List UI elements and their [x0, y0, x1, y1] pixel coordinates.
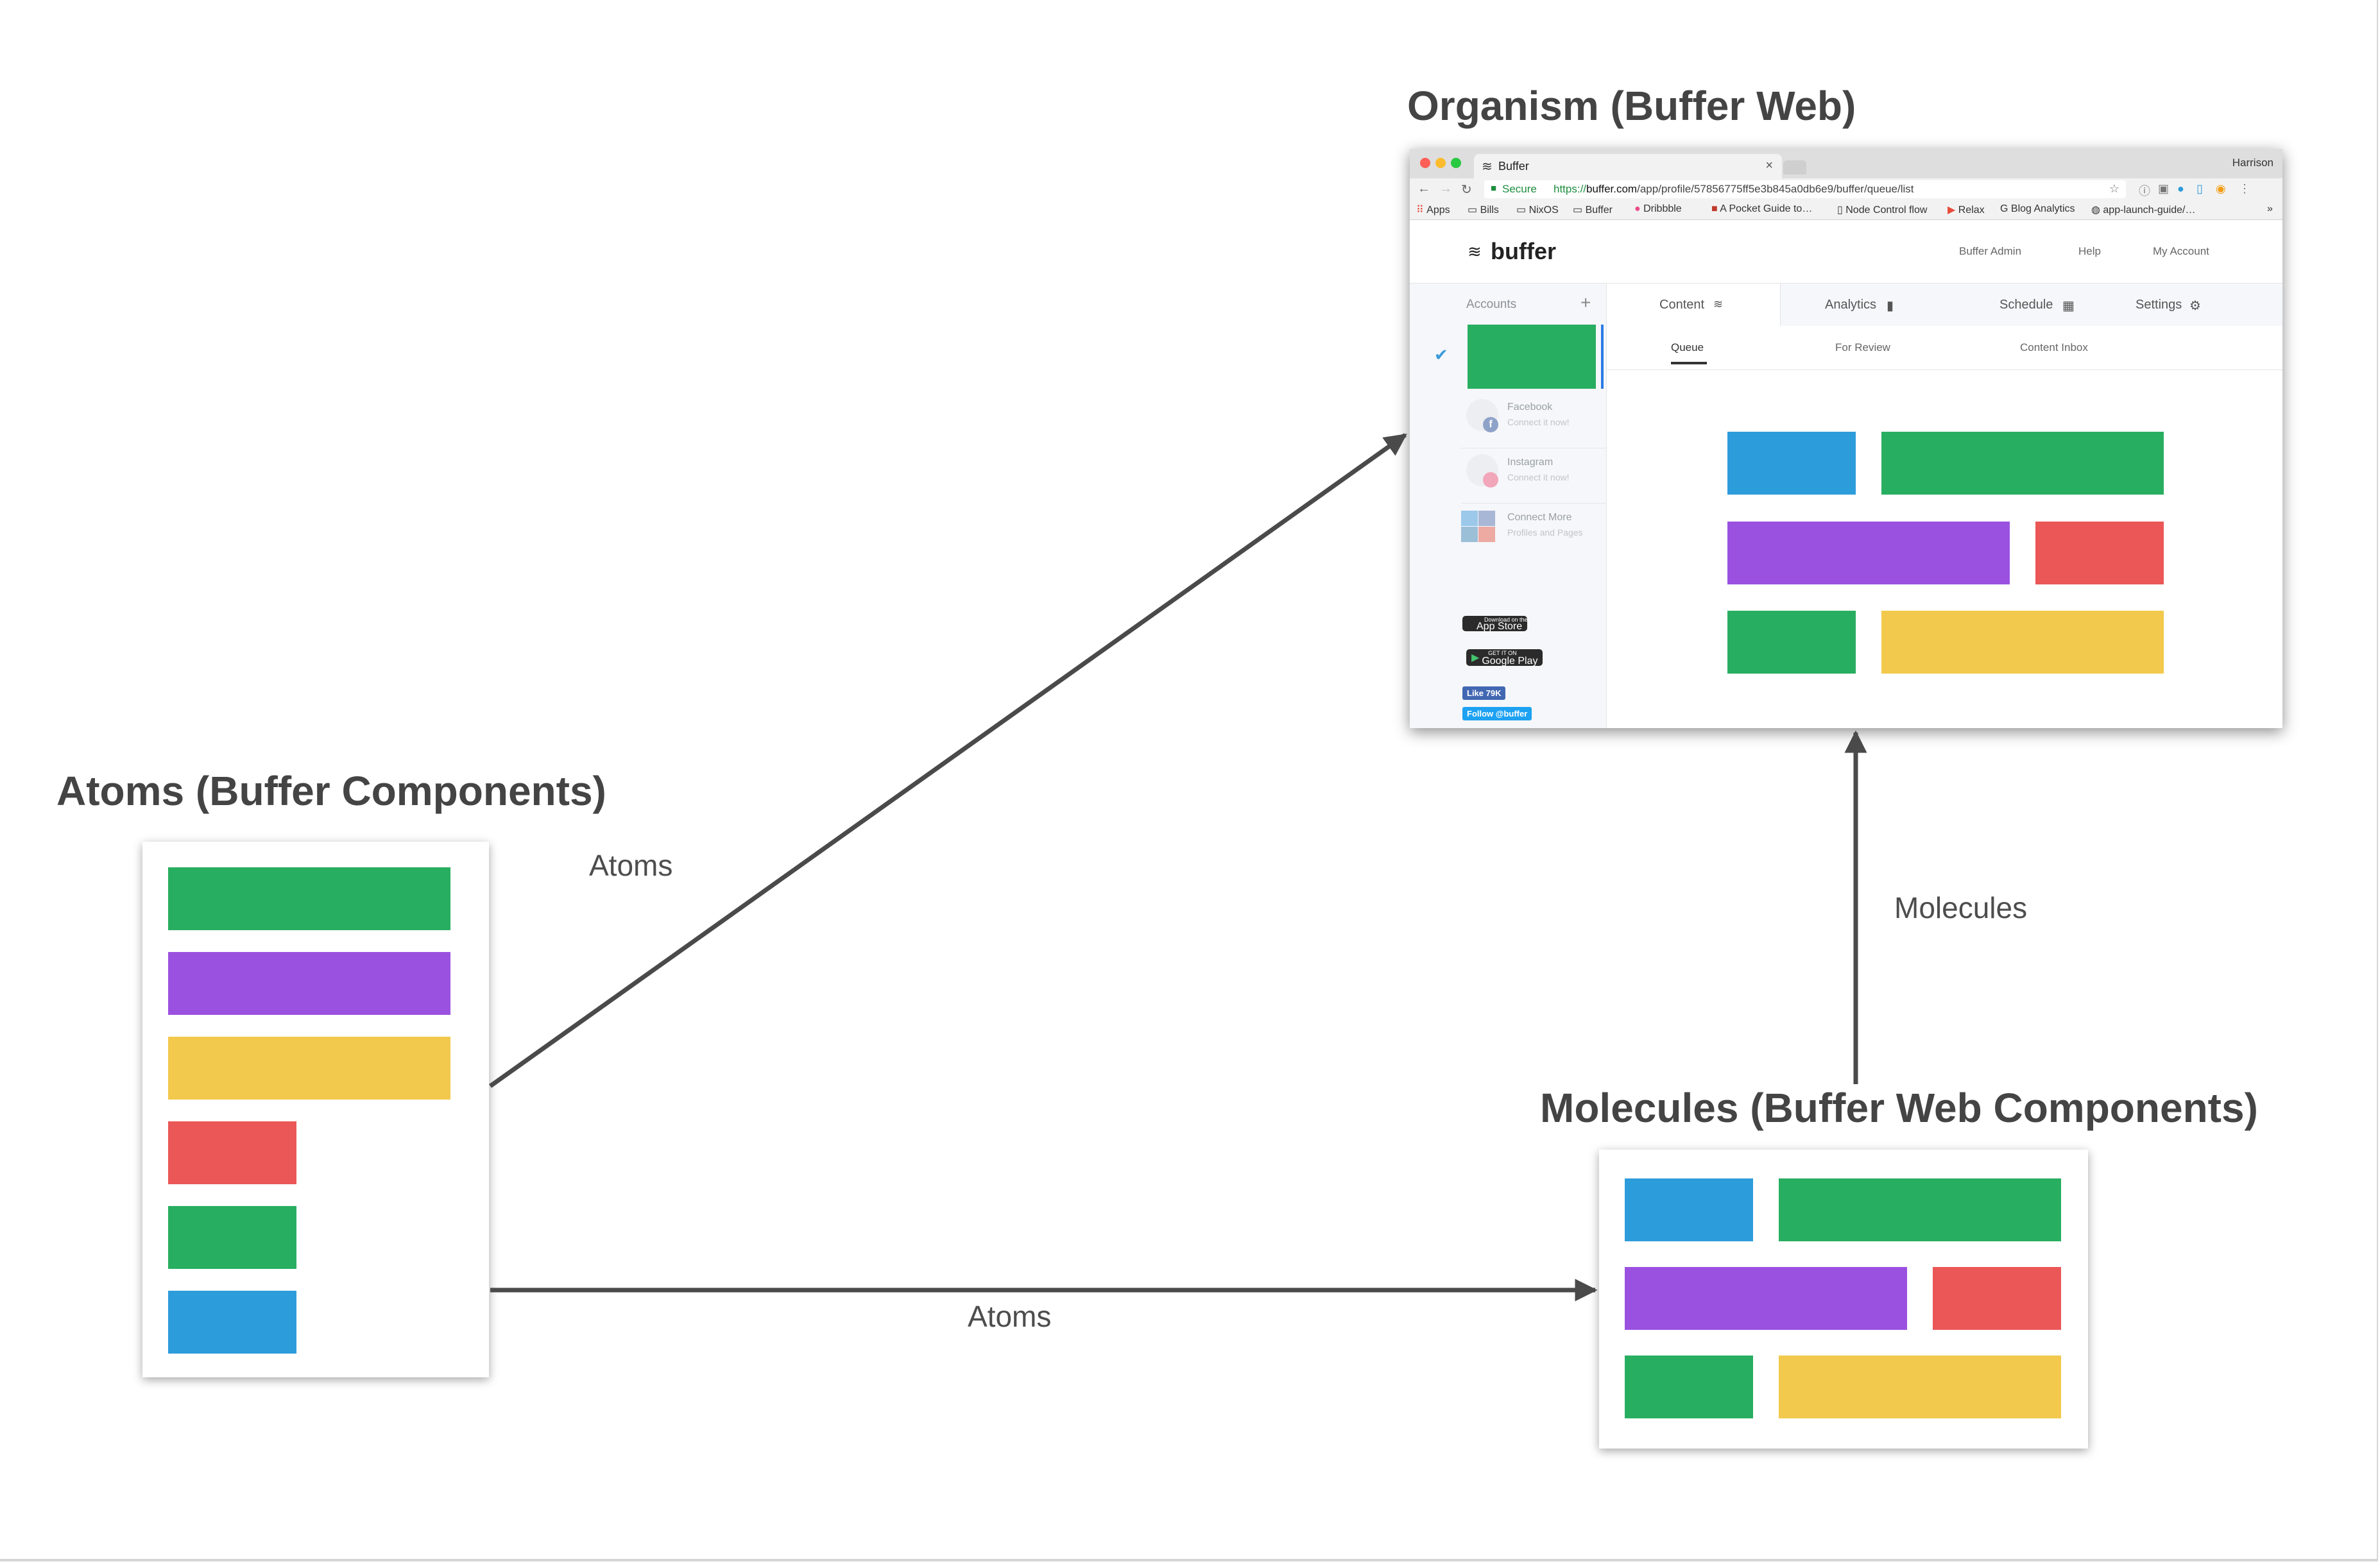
edge-atoms-to-organism	[488, 433, 1407, 1088]
edges-layer	[488, 433, 1867, 1302]
edge-label-molecules-to-organism: Molecules	[1894, 891, 2028, 924]
edge-label-atoms-to-organism: Atoms	[589, 849, 673, 882]
edge-label-atoms-to-molecules: Atoms	[968, 1300, 1052, 1333]
